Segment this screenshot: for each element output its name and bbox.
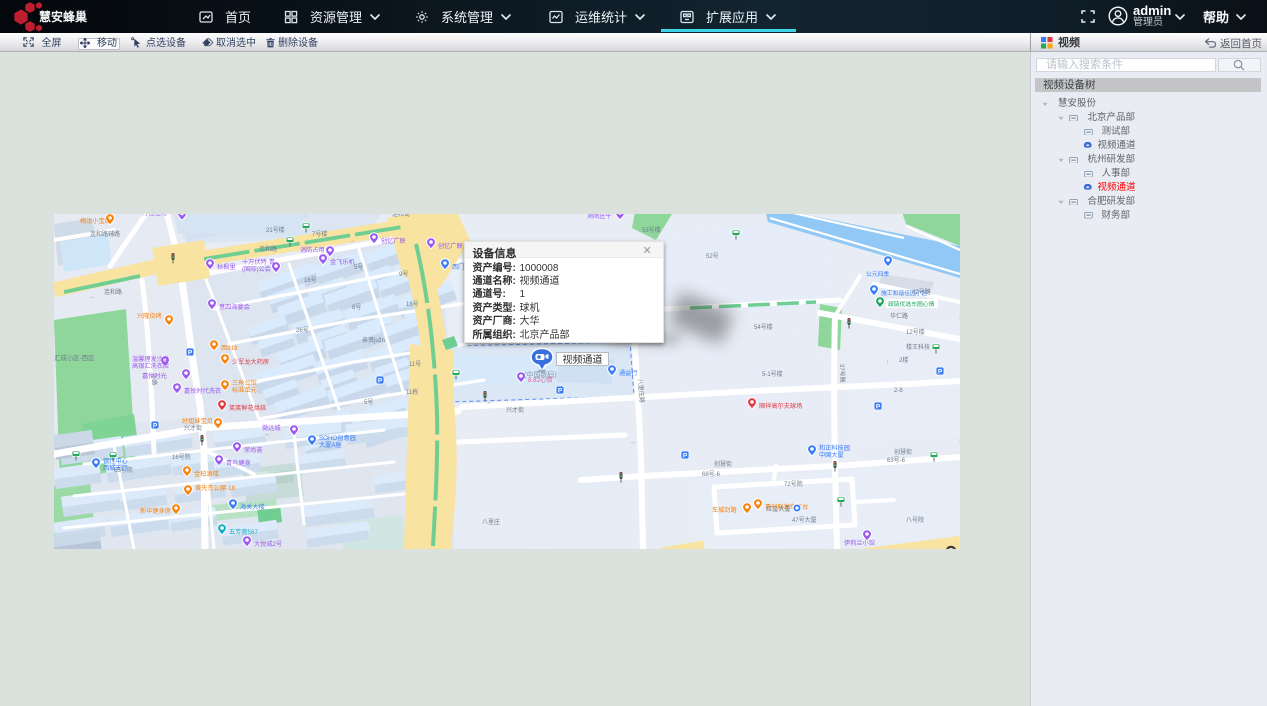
svg-text:创忆广联: 创忆广联 <box>438 242 463 250</box>
svg-text:P: P <box>153 423 158 430</box>
svg-text:72号院: 72号院 <box>784 480 803 488</box>
svg-text:亲贤južn: 亲贤južn <box>362 336 385 344</box>
svg-text:54号楼: 54号楼 <box>754 323 773 331</box>
svg-text:意四海宴会: 意四海宴会 <box>219 303 250 311</box>
svg-text:连和街: 连和街 <box>392 214 410 218</box>
svg-text:青鸟健身: 青鸟健身 <box>226 459 251 467</box>
svg-text:秋枫里: 秋枫里 <box>217 263 236 271</box>
svg-text:11栋: 11栋 <box>406 388 418 396</box>
svg-text:顺祥高尔夫球场: 顺祥高尔夫球场 <box>759 402 802 410</box>
svg-text:42号路: 42号路 <box>912 288 931 296</box>
svg-text:疏链优选东圃心情: 疏链优选东圃心情 <box>888 300 935 308</box>
svg-text:海关大楼: 海关大楼 <box>240 503 265 511</box>
svg-text:高银汇洗衣店: 高银汇洗衣店 <box>132 362 169 370</box>
svg-text:大悦城2号: 大悦城2号 <box>254 540 282 548</box>
svg-text:公元四季: 公元四季 <box>866 270 889 278</box>
svg-text:12号楼: 12号楼 <box>906 328 925 336</box>
svg-text:→: → <box>629 439 636 446</box>
svg-text:5号: 5号 <box>354 264 363 271</box>
svg-text:华仁路: 华仁路 <box>890 312 908 320</box>
svg-text:(国际)公会: (国际)公会 <box>242 265 271 273</box>
svg-text:通益行: 通益行 <box>619 369 638 377</box>
svg-text:兴才街: 兴才街 <box>506 406 524 414</box>
svg-text:创慧街: 创慧街 <box>894 448 912 456</box>
svg-text:52号: 52号 <box>706 253 719 260</box>
svg-text:5号: 5号 <box>364 399 373 406</box>
svg-text:P: P <box>683 453 688 460</box>
svg-text:大厦A座: 大厦A座 <box>319 441 342 449</box>
svg-text:1-6: 1-6 <box>959 315 960 321</box>
svg-text:八号院: 八号院 <box>906 516 924 524</box>
svg-text:笑笑鲜花烘焙: 笑笑鲜花烘焙 <box>229 404 266 412</box>
svg-text:嘉悦时代洗衣: 嘉悦时代洗衣 <box>184 387 221 395</box>
svg-text:68号-6: 68号-6 <box>702 471 721 478</box>
svg-text:63号-6: 63号-6 <box>887 457 906 464</box>
svg-text:红玺大厦: 红玺大厦 <box>766 505 791 513</box>
svg-text:五芳斋567: 五芳斋567 <box>229 528 258 536</box>
svg-text:11号: 11号 <box>409 361 421 368</box>
svg-text:2-8: 2-8 <box>894 388 903 394</box>
svg-text:16号: 16号 <box>304 277 317 284</box>
svg-text:十万伏特·青: 十万伏特·青 <box>242 258 275 266</box>
svg-text:楼王科技: 楼王科技 <box>906 343 930 351</box>
svg-text:兴才街: 兴才街 <box>184 424 202 432</box>
svg-text:新华健身房: 新华健身房 <box>140 507 171 515</box>
svg-text:少军龙大药房: 少军龙大药房 <box>232 358 269 366</box>
svg-text:测陌庄牛: 测陌庄牛 <box>587 214 612 220</box>
svg-text:温馨理发沙龙: 温馨理发沙龙 <box>132 355 169 363</box>
svg-text:连和路: 连和路 <box>104 288 122 296</box>
svg-text:P: P <box>378 378 383 385</box>
svg-text:9号: 9号 <box>399 271 408 278</box>
svg-text:梅汰小宝店: 梅汰小宝店 <box>80 217 111 225</box>
svg-text:7号楼: 7号楼 <box>312 230 327 238</box>
svg-text:和正科技园: 和正科技园 <box>819 444 850 452</box>
svg-text:P: P <box>188 350 193 357</box>
svg-text:丹桂佳苑: 丹桂佳苑 <box>142 214 167 217</box>
svg-text:中国大厦: 中国大厦 <box>819 451 844 459</box>
svg-text:黄先杰公棚·18: 黄先杰公棚·18 <box>195 484 235 492</box>
svg-text:汇成小区-西区: 汇成小区-西区 <box>54 353 95 362</box>
svg-text:P: P <box>938 369 943 376</box>
svg-text:18号: 18号 <box>406 301 419 308</box>
svg-text:65号院: 65号院 <box>114 466 133 474</box>
svg-text:兴隆烧烤: 兴隆烧烤 <box>137 312 162 320</box>
svg-text:连和路辅路: 连和路辅路 <box>90 230 120 238</box>
svg-text:金柏酒楼: 金柏酒楼 <box>194 470 219 478</box>
svg-text:消防占用: 消防占用 <box>300 246 325 254</box>
svg-text:SOHO创意园: SOHO创意园 <box>319 434 356 442</box>
svg-text:银行中心: 银行中心 <box>103 457 128 465</box>
svg-text:金飞乐机: 金飞乐机 <box>330 258 356 266</box>
svg-text:1号: 1号 <box>959 437 960 444</box>
svg-text:→: → <box>349 238 355 244</box>
svg-text:→: → <box>89 294 95 300</box>
svg-text:←: ← <box>486 399 493 406</box>
svg-text:P: P <box>876 404 881 411</box>
svg-text:26号: 26号 <box>296 327 309 334</box>
svg-text:5-1号楼: 5-1号楼 <box>762 370 783 378</box>
svg-text:21号楼: 21号楼 <box>266 226 285 234</box>
svg-text:创忆广联: 创忆广联 <box>381 237 406 245</box>
svg-text:创慧街: 创慧街 <box>714 460 732 468</box>
svg-text:连和路: 连和路 <box>259 245 277 253</box>
svg-text:53号楼: 53号楼 <box>642 226 661 234</box>
svg-text:←: ← <box>264 431 271 438</box>
svg-text:好姐妹宝贝: 好姐妹宝贝 <box>182 417 213 425</box>
svg-text:↑: ↑ <box>886 360 889 366</box>
svg-text:2楼: 2楼 <box>899 356 908 364</box>
svg-text:47号大厦: 47号大厦 <box>792 516 817 524</box>
svg-text:车城封路: 车城封路 <box>712 506 738 514</box>
svg-text:16号院: 16号院 <box>172 453 191 461</box>
svg-text:八里庄: 八里庄 <box>482 518 500 526</box>
svg-text:标准单元: 标准单元 <box>232 386 257 394</box>
svg-text:P: P <box>558 388 563 395</box>
svg-text:伊莉兰小馆: 伊莉兰小馆 <box>844 539 875 547</box>
svg-text:8号: 8号 <box>352 304 361 311</box>
svg-text:三角公馆: 三角公馆 <box>232 379 257 387</box>
svg-text:荣尚荟: 荣尚荟 <box>244 446 263 454</box>
svg-text:西918: 西918 <box>221 345 238 352</box>
